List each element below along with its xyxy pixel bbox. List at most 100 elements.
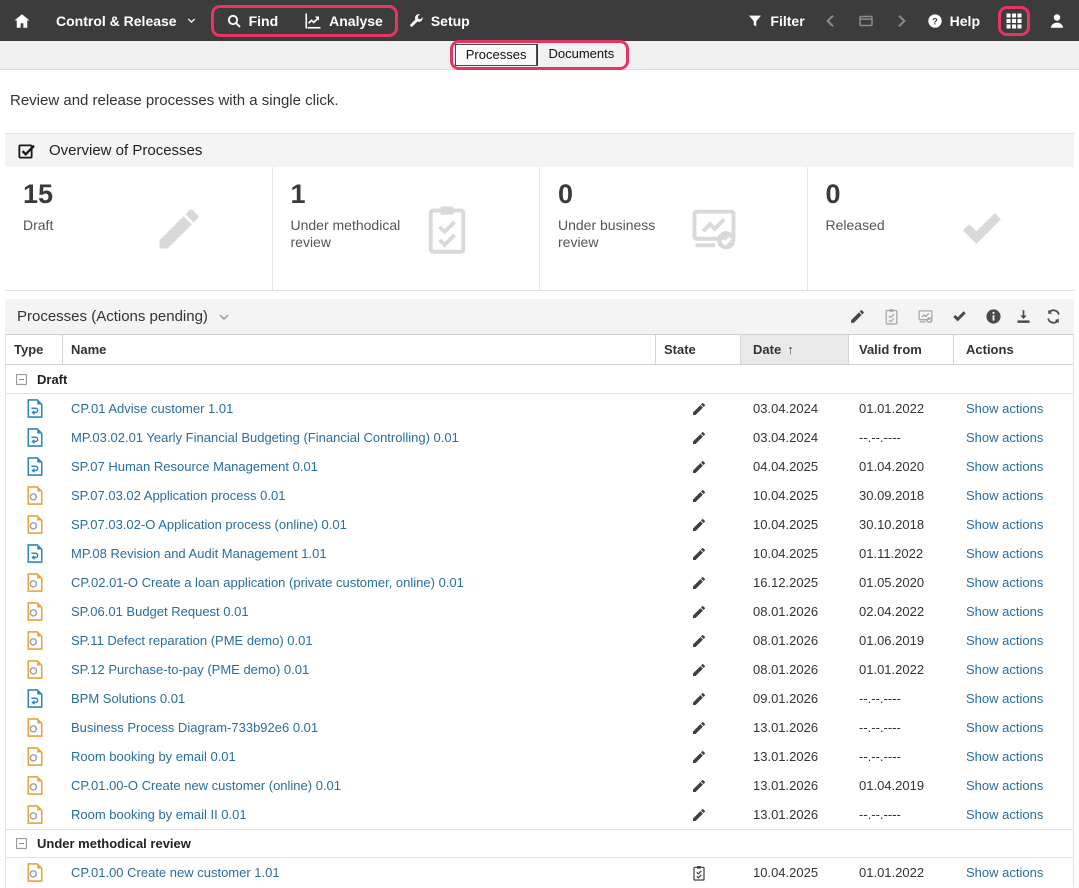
epc-diagram-icon[interactable]: [26, 863, 44, 882]
find-button[interactable]: Find: [226, 13, 279, 29]
group-row[interactable]: Draft: [6, 365, 1073, 394]
column-header-date[interactable]: Date ↑: [741, 335, 849, 364]
group-row[interactable]: Under methodical review: [6, 829, 1073, 858]
epc-diagram-icon[interactable]: [26, 631, 44, 650]
chevron-down-icon[interactable]: [217, 310, 231, 324]
type-cell: [6, 747, 63, 766]
show-actions-link[interactable]: Show actions: [966, 633, 1043, 648]
view-tabstrip: Processes Documents: [0, 41, 1079, 70]
control-release-menu[interactable]: Control & Release: [56, 13, 197, 29]
card-draft[interactable]: 15 Draft: [5, 167, 273, 290]
filter-button[interactable]: Filter: [747, 13, 804, 29]
table-row: CP.01.00 Create new customer 1.0110.04.2…: [6, 858, 1073, 887]
setup-button[interactable]: Setup: [408, 13, 470, 29]
analyse-button[interactable]: Analyse: [304, 12, 383, 30]
collapse-minus-icon[interactable]: [15, 837, 28, 850]
date-cell: 10.04.2025: [741, 546, 849, 561]
show-actions-link[interactable]: Show actions: [966, 778, 1043, 793]
tab-documents[interactable]: Documents: [537, 44, 624, 66]
show-actions-link[interactable]: Show actions: [966, 459, 1043, 474]
process-table: Type Name State Date ↑ Valid from Action…: [5, 334, 1074, 887]
bpmn-diagram-icon[interactable]: [26, 399, 44, 418]
epc-diagram-icon[interactable]: [26, 515, 44, 534]
process-name-link[interactable]: SP.07 Human Resource Management 0.01: [71, 459, 318, 474]
actions-cell: Show actions: [954, 662, 1073, 677]
process-name-link[interactable]: Room booking by email 0.01: [71, 749, 236, 764]
refresh-icon[interactable]: [1045, 308, 1062, 325]
epc-diagram-icon[interactable]: [26, 718, 44, 737]
bpmn-diagram-icon[interactable]: [26, 428, 44, 447]
process-name-link[interactable]: CP.01.00-O Create new customer (online) …: [71, 778, 341, 793]
diagram-window-button[interactable]: [857, 12, 875, 30]
show-actions-link[interactable]: Show actions: [966, 720, 1043, 735]
process-name-link[interactable]: CP.02.01-O Create a loan application (pr…: [71, 575, 464, 590]
name-cell: SP.07.03.02 Application process 0.01: [63, 488, 656, 503]
show-actions-link[interactable]: Show actions: [966, 662, 1043, 677]
process-name-link[interactable]: SP.07.03.02-O Application process (onlin…: [71, 517, 347, 532]
methodical-review-icon[interactable]: [883, 308, 900, 325]
process-name-link[interactable]: MP.08 Revision and Audit Management 1.01: [71, 546, 327, 561]
table-row: Business Process Diagram-733b92e6 0.0113…: [6, 713, 1073, 742]
show-actions-link[interactable]: Show actions: [966, 401, 1043, 416]
release-check-icon[interactable]: [951, 308, 968, 325]
show-actions-link[interactable]: Show actions: [966, 575, 1043, 590]
epc-diagram-icon[interactable]: [26, 660, 44, 679]
actions-cell: Show actions: [954, 691, 1073, 706]
apps-grid-button[interactable]: [1005, 12, 1023, 30]
show-actions-link[interactable]: Show actions: [966, 807, 1043, 822]
process-name-link[interactable]: Business Process Diagram-733b92e6 0.01: [71, 720, 318, 735]
process-name-link[interactable]: Room booking by email II 0.01: [71, 807, 247, 822]
card-under-methodical-review[interactable]: 1 Under methodical review: [273, 167, 541, 290]
epc-diagram-icon[interactable]: [26, 573, 44, 592]
wrench-icon: [408, 13, 424, 29]
download-icon[interactable]: [1015, 308, 1032, 325]
business-review-icon[interactable]: [917, 308, 934, 325]
state-cell: [656, 517, 741, 533]
process-name-link[interactable]: SP.07.03.02 Application process 0.01: [71, 488, 285, 503]
process-name-link[interactable]: CP.01.00 Create new customer 1.01: [71, 865, 280, 880]
collapse-minus-icon[interactable]: [15, 373, 28, 386]
show-actions-link[interactable]: Show actions: [966, 604, 1043, 619]
column-header-actions[interactable]: Actions: [954, 335, 1073, 364]
user-profile-button[interactable]: [1048, 12, 1066, 30]
bpmn-diagram-icon[interactable]: [26, 689, 44, 708]
edit-pencil-icon[interactable]: [849, 308, 866, 325]
epc-diagram-icon[interactable]: [26, 776, 44, 795]
help-button[interactable]: ? Help: [927, 13, 980, 29]
show-actions-link[interactable]: Show actions: [966, 749, 1043, 764]
bpmn-diagram-icon[interactable]: [26, 544, 44, 563]
process-name-link[interactable]: SP.12 Purchase-to-pay (PME demo) 0.01: [71, 662, 309, 677]
pencil-icon: [691, 459, 707, 475]
process-name-link[interactable]: SP.06.01 Budget Request 0.01: [71, 604, 249, 619]
tab-processes[interactable]: Processes: [455, 44, 538, 66]
process-table-title[interactable]: Processes (Actions pending): [17, 308, 208, 325]
epc-diagram-icon[interactable]: [26, 805, 44, 824]
epc-diagram-icon[interactable]: [26, 602, 44, 621]
info-icon[interactable]: [985, 308, 1002, 325]
epc-diagram-icon[interactable]: [26, 747, 44, 766]
home-button[interactable]: [13, 12, 31, 30]
column-header-state[interactable]: State: [656, 335, 741, 364]
bpmn-diagram-icon[interactable]: [26, 457, 44, 476]
column-header-valid-from[interactable]: Valid from: [849, 335, 954, 364]
column-header-type[interactable]: Type: [6, 335, 63, 364]
show-actions-link[interactable]: Show actions: [966, 691, 1043, 706]
process-name-link[interactable]: BPM Solutions 0.01: [71, 691, 185, 706]
show-actions-link[interactable]: Show actions: [966, 546, 1043, 561]
process-name-link[interactable]: SP.11 Defect reparation (PME demo) 0.01: [71, 633, 313, 648]
top-navigation-bar: Control & Release Find Analyse Setup Fil…: [0, 0, 1079, 41]
date-cell: 03.04.2024: [741, 430, 849, 445]
navigate-forward-button[interactable]: [893, 13, 909, 29]
card-under-business-review[interactable]: 0 Under business review: [540, 167, 808, 290]
show-actions-link[interactable]: Show actions: [966, 430, 1043, 445]
show-actions-link[interactable]: Show actions: [966, 517, 1043, 532]
card-released[interactable]: 0 Released: [808, 167, 1075, 290]
epc-diagram-icon[interactable]: [26, 486, 44, 505]
process-name-link[interactable]: MP.03.02.01 Yearly Financial Budgeting (…: [71, 430, 459, 445]
navigate-back-button[interactable]: [823, 13, 839, 29]
pencil-icon: [691, 662, 707, 678]
process-name-link[interactable]: CP.01 Advise customer 1.01: [71, 401, 233, 416]
column-header-name[interactable]: Name: [63, 335, 656, 364]
show-actions-link[interactable]: Show actions: [966, 488, 1043, 503]
show-actions-link[interactable]: Show actions: [966, 865, 1043, 880]
